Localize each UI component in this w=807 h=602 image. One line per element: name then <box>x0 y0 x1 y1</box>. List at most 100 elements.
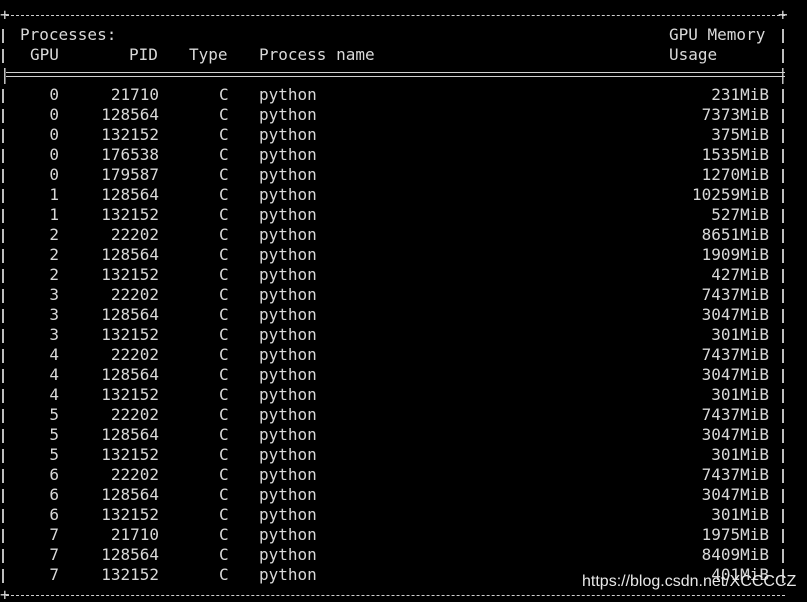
cell-gpu: 5 <box>49 405 59 424</box>
cell-pid: 22202 <box>110 405 159 424</box>
cell-type: C <box>219 485 229 504</box>
border-left <box>2 29 4 43</box>
border-right <box>782 229 784 243</box>
border-left <box>2 329 4 343</box>
border-right <box>782 89 784 103</box>
cell-gpu: 7 <box>49 545 59 564</box>
border-left <box>2 49 4 63</box>
cell-type: C <box>219 265 229 284</box>
cell-process-name: python <box>259 405 317 424</box>
border-left <box>2 89 4 103</box>
border-right <box>782 169 784 183</box>
border-right <box>782 469 784 483</box>
cell-pid: 128564 <box>101 305 159 324</box>
border-separator-left: | <box>0 65 10 84</box>
border-left <box>2 529 4 543</box>
cell-process-name: python <box>259 385 317 404</box>
border-left <box>2 429 4 443</box>
cell-gpu-memory: 3047MiB <box>701 365 769 384</box>
border-left <box>2 269 4 283</box>
cell-process-name: python <box>259 245 317 264</box>
cell-gpu: 4 <box>49 365 59 384</box>
cell-type: C <box>219 325 229 344</box>
border-left <box>2 129 4 143</box>
border-left <box>2 289 4 303</box>
border-right <box>782 149 784 163</box>
cell-process-name: python <box>259 185 317 204</box>
cell-gpu-memory: 527MiB <box>711 205 769 224</box>
column-header-process-name: Process name <box>259 45 375 64</box>
border-left <box>2 569 4 583</box>
cell-gpu-memory: 7437MiB <box>701 465 769 484</box>
cell-type: C <box>219 565 229 584</box>
cell-type: C <box>219 405 229 424</box>
cell-gpu-memory: 7437MiB <box>701 285 769 304</box>
cell-gpu: 2 <box>49 245 59 264</box>
cell-pid: 22202 <box>110 285 159 304</box>
cell-pid: 132152 <box>101 565 159 584</box>
cell-gpu-memory: 301MiB <box>711 505 769 524</box>
border-right <box>782 209 784 223</box>
cell-process-name: python <box>259 145 317 164</box>
cell-pid: 128564 <box>101 545 159 564</box>
border-right <box>782 309 784 323</box>
cell-type: C <box>219 85 229 104</box>
cell-pid: 128564 <box>101 245 159 264</box>
cell-gpu: 3 <box>49 325 59 344</box>
cell-process-name: python <box>259 125 317 144</box>
border-left <box>2 489 4 503</box>
cell-gpu-memory: 8409MiB <box>701 545 769 564</box>
cell-gpu: 0 <box>49 105 59 124</box>
cell-gpu: 7 <box>49 565 59 584</box>
bottom-border <box>6 595 785 596</box>
border-right <box>782 269 784 283</box>
cell-type: C <box>219 225 229 244</box>
border-left <box>2 169 4 183</box>
cell-pid: 132152 <box>101 385 159 404</box>
cell-process-name: python <box>259 205 317 224</box>
border-left <box>2 349 4 363</box>
border-right <box>782 329 784 343</box>
cell-process-name: python <box>259 165 317 184</box>
cell-type: C <box>219 505 229 524</box>
cell-type: C <box>219 105 229 124</box>
cell-type: C <box>219 125 229 144</box>
cell-gpu: 0 <box>49 145 59 164</box>
cell-gpu: 2 <box>49 265 59 284</box>
column-header-gpu: GPU <box>30 45 59 64</box>
cell-process-name: python <box>259 85 317 104</box>
cell-gpu-memory: 1975MiB <box>701 525 769 544</box>
border-right <box>782 369 784 383</box>
cell-gpu-memory: 3047MiB <box>701 485 769 504</box>
cell-process-name: python <box>259 325 317 344</box>
cell-pid: 22202 <box>110 345 159 364</box>
cell-gpu: 3 <box>49 305 59 324</box>
cell-type: C <box>219 205 229 224</box>
border-right <box>782 489 784 503</box>
cell-gpu-memory: 3047MiB <box>701 425 769 444</box>
cell-pid: 179587 <box>101 165 159 184</box>
cell-process-name: python <box>259 225 317 244</box>
cell-gpu: 1 <box>49 185 59 204</box>
cell-gpu: 7 <box>49 525 59 544</box>
cell-type: C <box>219 545 229 564</box>
cell-type: C <box>219 245 229 264</box>
cell-gpu: 6 <box>49 505 59 524</box>
cell-gpu: 5 <box>49 425 59 444</box>
cell-process-name: python <box>259 305 317 324</box>
header-separator <box>6 72 785 73</box>
cell-pid: 128564 <box>101 485 159 504</box>
border-right <box>782 449 784 463</box>
border-right <box>782 389 784 403</box>
cell-type: C <box>219 185 229 204</box>
border-right <box>782 49 784 63</box>
cell-gpu: 3 <box>49 285 59 304</box>
cell-pid: 132152 <box>101 205 159 224</box>
border-right <box>782 429 784 443</box>
border-right <box>782 289 784 303</box>
cell-gpu-memory: 301MiB <box>711 385 769 404</box>
cell-pid: 132152 <box>101 265 159 284</box>
cell-gpu-memory: 3047MiB <box>701 305 769 324</box>
border-right <box>782 129 784 143</box>
cell-pid: 22202 <box>110 465 159 484</box>
